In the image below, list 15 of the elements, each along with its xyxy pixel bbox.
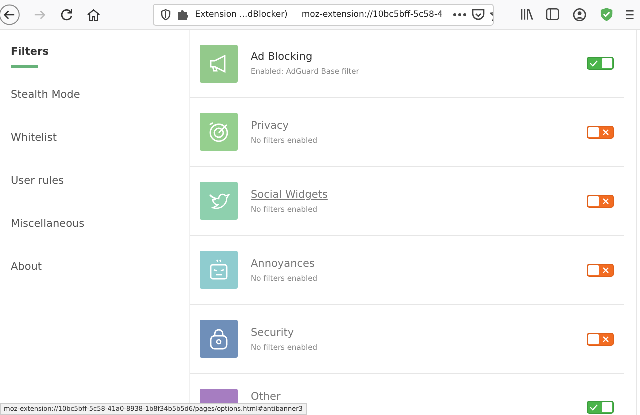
category-title[interactable]: Security: [251, 326, 294, 338]
category-title[interactable]: Ad Blocking: [251, 51, 313, 63]
sidebar-item[interactable]: User rules: [0, 175, 189, 218]
address-bar[interactable]: Extension ...dBlocker) moz-extension://10bc5bff-5c58-4: [153, 4, 494, 26]
sidebar-item[interactable]: Stealth Mode: [0, 89, 189, 132]
sidebar-item[interactable]: Filters: [0, 46, 189, 89]
sidebar-item[interactable]: About: [0, 261, 189, 304]
category-title[interactable]: Social Widgets: [251, 188, 328, 200]
category-title[interactable]: Other: [251, 391, 281, 403]
page-title: Extension ...dBlocker): [195, 10, 288, 20]
category-title[interactable]: Privacy: [251, 120, 290, 132]
url-text[interactable]: moz-extension://10bc5bff-5c58-4: [302, 10, 443, 20]
sidebar-item[interactable]: Whitelist: [0, 132, 189, 175]
category-title[interactable]: Annoyances: [251, 258, 315, 270]
sidebar-item[interactable]: Miscellaneous: [0, 218, 189, 261]
